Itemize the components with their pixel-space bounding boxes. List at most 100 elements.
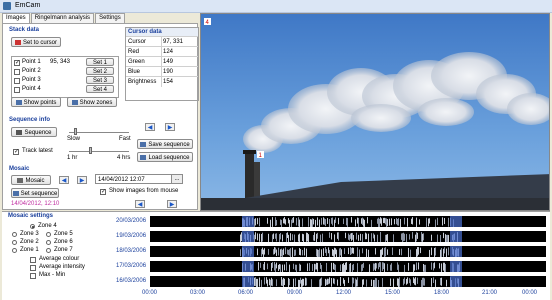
time-next-button[interactable]: ▶ <box>167 200 177 208</box>
track-slider[interactable] <box>69 151 129 152</box>
average-colour-checkbox[interactable] <box>30 257 36 263</box>
set-sequence-button[interactable]: Set sequence <box>11 188 59 198</box>
mosaic-sample <box>259 277 260 287</box>
mosaic-sample <box>417 232 418 239</box>
mosaic-sample <box>386 234 387 241</box>
sequence-button[interactable]: Sequence <box>11 127 57 137</box>
load-sequence-button[interactable]: Load sequence <box>137 152 193 162</box>
track-latest-checkbox[interactable] <box>13 148 19 155</box>
timeline-strip[interactable] <box>150 261 546 272</box>
save-sequence-button[interactable]: Save sequence <box>137 139 193 149</box>
timeline-strip[interactable] <box>150 276 546 287</box>
timeline-strip[interactable] <box>150 231 546 242</box>
mosaic-sample <box>304 247 305 256</box>
mosaic-sample <box>299 279 300 287</box>
sequence-prev-button[interactable]: ◀ <box>145 123 155 131</box>
camera-image[interactable]: 4 1 <box>200 13 550 211</box>
track-slider-thumb[interactable] <box>88 147 92 154</box>
mosaic-sample <box>351 233 352 241</box>
zone-5-radio[interactable] <box>46 232 51 237</box>
mosaic-sample <box>422 233 423 242</box>
cursor-icon <box>14 39 21 45</box>
tab-settings[interactable]: Settings <box>95 13 125 23</box>
max-min-checkbox[interactable] <box>30 273 36 279</box>
point-2-checkbox[interactable] <box>14 69 20 75</box>
speed-slider-thumb[interactable] <box>73 128 77 135</box>
mosaic-sample <box>352 232 353 240</box>
mosaic-sample <box>383 262 384 270</box>
average-intensity-checkbox[interactable] <box>30 265 36 271</box>
mosaic-prev-button[interactable]: ◀ <box>59 176 69 184</box>
mosaic-sample <box>418 262 419 270</box>
mosaic-sample <box>329 277 330 284</box>
mosaic-sample <box>420 247 421 254</box>
mosaic-sample <box>417 277 418 284</box>
timeline-strip[interactable] <box>150 246 546 257</box>
mosaic-sample <box>276 249 277 256</box>
mosaic-sample <box>345 232 346 239</box>
set-3-button[interactable]: Set 3 <box>86 76 114 84</box>
show-images-checkbox[interactable] <box>100 188 106 195</box>
set-1-button[interactable]: Set 1 <box>86 58 114 66</box>
mosaic-sample <box>326 262 327 272</box>
timeline-tick: 09:00 <box>287 290 303 296</box>
speed-slider[interactable] <box>69 132 129 133</box>
mosaic-sample <box>317 232 318 239</box>
mosaic-sample <box>312 264 313 271</box>
timeline-tick: 12:00 <box>336 290 352 296</box>
mosaic-sample <box>260 262 261 268</box>
point-4-checkbox[interactable] <box>14 87 20 93</box>
mosaic-sample <box>345 262 346 272</box>
mosaic-sample <box>288 277 289 287</box>
mosaic-sample <box>378 217 379 227</box>
mosaic-sample <box>390 264 391 271</box>
show-zones-button[interactable]: Show zones <box>67 97 117 107</box>
point-1-label: Point 1 <box>22 59 41 65</box>
date-picker-button[interactable]: ... <box>171 175 182 183</box>
mosaic-sample <box>346 217 347 226</box>
mosaic-sample <box>416 262 417 271</box>
mosaic-sample <box>353 234 354 242</box>
tab-ringelmann-analysis[interactable]: Ringelmann analysis <box>30 13 95 23</box>
show-points-button[interactable]: Show points <box>11 97 61 107</box>
mosaic-sample <box>300 249 301 256</box>
mosaic-sample <box>328 278 329 285</box>
mosaic-sample <box>360 233 361 241</box>
set-2-button[interactable]: Set 2 <box>86 67 114 75</box>
zone-1-radio[interactable] <box>12 248 17 253</box>
mosaic-heading: Mosaic <box>9 166 30 172</box>
mosaic-sample <box>393 278 394 287</box>
point-1-checkbox[interactable] <box>14 59 20 66</box>
zone-2-radio[interactable] <box>12 240 17 245</box>
mosaic-sample <box>367 217 368 224</box>
mosaic-sample <box>390 278 391 286</box>
mosaic-next-button[interactable]: ▶ <box>77 176 87 184</box>
set-4-button[interactable]: Set 4 <box>86 85 114 93</box>
set-to-cursor-button[interactable]: Set to cursor <box>11 37 61 47</box>
point-3-checkbox[interactable] <box>14 78 20 84</box>
zone-3-radio[interactable] <box>12 232 17 237</box>
mosaic-sample <box>448 217 449 227</box>
mosaic-sample <box>303 234 304 242</box>
zone-6-radio[interactable] <box>46 240 51 245</box>
timeline-strip[interactable] <box>150 216 546 227</box>
mosaic-button[interactable]: Mosaic <box>11 175 51 185</box>
mosaic-sample <box>344 279 345 287</box>
mosaic-sample <box>365 232 366 240</box>
mosaic-sample <box>317 249 318 257</box>
mosaic-sample <box>333 278 334 284</box>
zone-4-radio[interactable] <box>30 224 35 229</box>
mosaic-sample <box>347 218 348 227</box>
mosaic-sample <box>307 263 308 272</box>
mosaic-date-field[interactable]: 14/04/2012 12:07 ... <box>95 174 183 184</box>
daylight-band <box>242 231 254 242</box>
mosaic-sample <box>319 279 320 287</box>
zone-7-radio[interactable] <box>46 248 51 253</box>
mosaic-sample <box>448 247 449 256</box>
sequence-next-button[interactable]: ▶ <box>165 123 175 131</box>
mosaic-sample <box>344 248 345 255</box>
mosaic-sample <box>404 277 405 284</box>
time-prev-button[interactable]: ◀ <box>135 200 145 208</box>
mosaic-sample <box>386 218 387 227</box>
mosaic-sample <box>408 262 409 271</box>
